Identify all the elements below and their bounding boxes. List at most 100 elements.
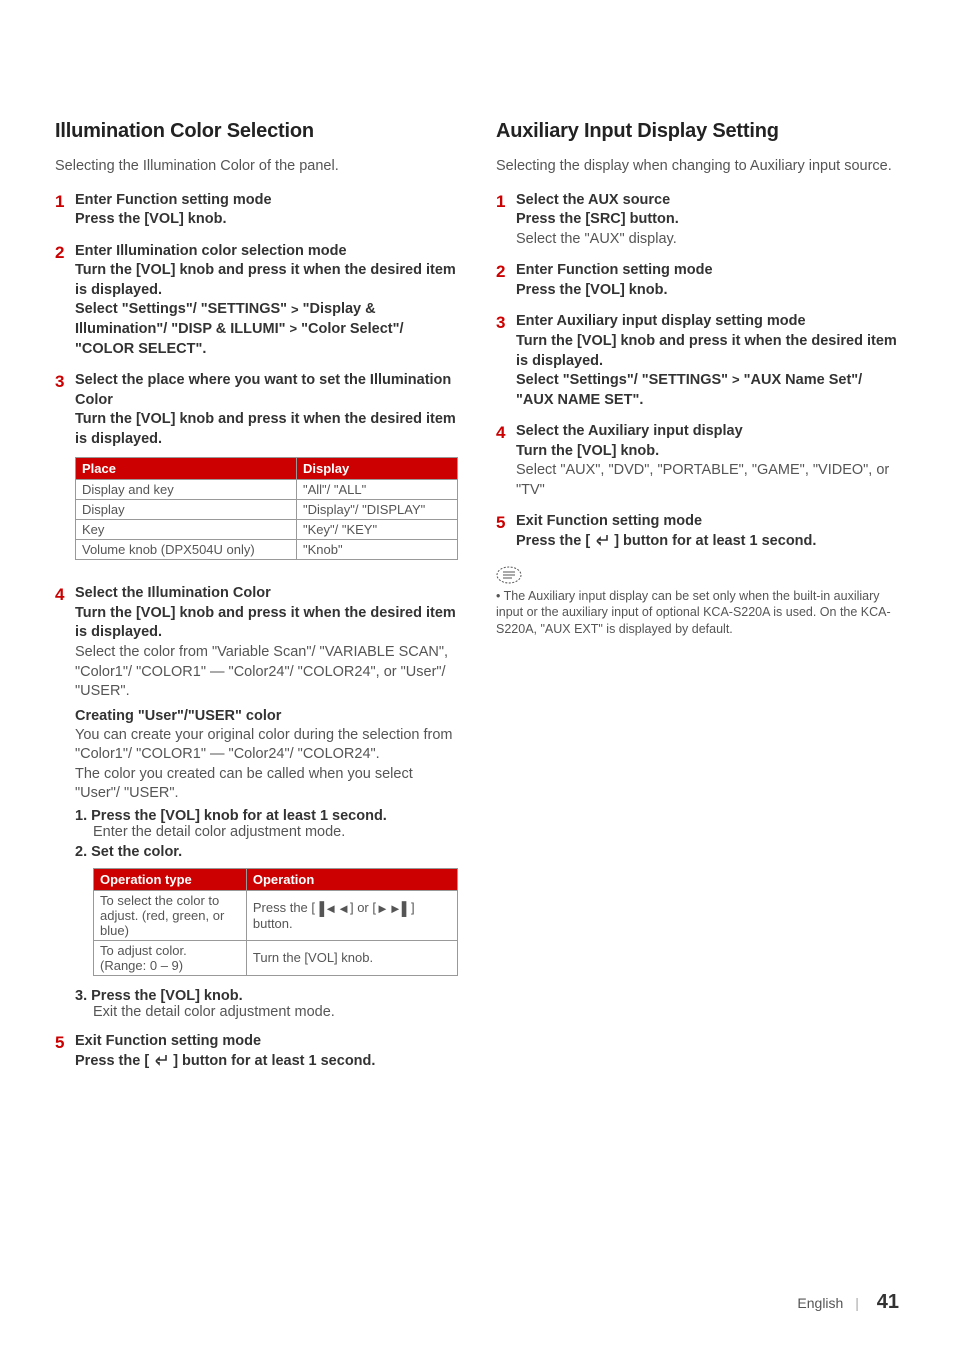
step-path: Select "Settings"/ "SETTINGS" > "Display… — [75, 300, 458, 359]
step-action: Turn the [VOL] knob and press it when th… — [75, 410, 458, 449]
substep-1: 1. Press the [VOL] knob for at least 1 s… — [75, 808, 458, 840]
cell: Press the [▐◄◄] or [►►▌] button. — [246, 890, 457, 940]
cell: To select the color to adjust. (red, gre… — [94, 890, 247, 940]
place-table: Place Display Display and key"All"/ "ALL… — [75, 457, 458, 560]
next-track-icon: ►►▌ — [376, 901, 411, 916]
intro-right: Selecting the display when changing to A… — [496, 157, 899, 177]
step-action: Turn the [VOL] knob and press it when th… — [75, 604, 458, 643]
frag: Press the [ — [253, 900, 315, 915]
step-number: 1 — [496, 191, 516, 250]
path-seg: Select "Settings"/ "SETTINGS" — [75, 301, 291, 317]
note-icon — [496, 566, 520, 584]
cell: "Key"/ "KEY" — [297, 520, 458, 540]
step-action: Press the [VOL] knob. — [516, 281, 899, 301]
step-number: 3 — [496, 312, 516, 410]
page-number: 41 — [877, 1291, 899, 1313]
step-4: 4 Select the Auxiliary input display Tur… — [496, 422, 899, 500]
footer-lang: English — [797, 1295, 843, 1311]
left-column: Illumination Color Selection Selecting t… — [55, 120, 458, 1085]
substep-3: 3. Press the [VOL] knob. Exit the detail… — [75, 988, 458, 1020]
prev-track-icon: ▐◄◄ — [315, 901, 350, 916]
note-list: The Auxiliary input display can be set o… — [496, 588, 899, 639]
cell: "All"/ "ALL" — [297, 480, 458, 500]
step-number: 5 — [496, 512, 516, 553]
cell: To adjust color. (Range: 0 – 9) — [94, 940, 247, 975]
page-columns: Illumination Color Selection Selecting t… — [55, 120, 899, 1085]
step-number: 2 — [55, 242, 75, 359]
th-display: Display — [297, 458, 458, 480]
cell: Turn the [VOL] knob. — [246, 940, 457, 975]
subtext: You can create your original color durin… — [75, 726, 458, 765]
substep-title: Press the [VOL] knob for at least 1 seco… — [91, 808, 387, 824]
step-title: Select the AUX source — [516, 191, 899, 211]
step-action: Press the [SRC] button. — [516, 210, 899, 230]
step-title: Exit Function setting mode — [75, 1032, 458, 1052]
step-title: Enter Function setting mode — [75, 191, 458, 211]
table-row: Volume knob (DPX504U only)"Knob" — [76, 540, 458, 560]
page-footer: English | 41 — [797, 1291, 899, 1314]
return-icon — [153, 1054, 169, 1074]
arrow-icon: > — [291, 301, 299, 319]
arrow-icon: > — [732, 371, 740, 389]
step-action: Press the [VOL] knob. — [75, 210, 458, 230]
step-number: 1 — [55, 191, 75, 230]
path-seg: Select "Settings"/ "SETTINGS" — [516, 372, 732, 388]
cell: "Display"/ "DISPLAY" — [297, 500, 458, 520]
cell: "Knob" — [297, 540, 458, 560]
section-heading-left: Illumination Color Selection — [55, 120, 458, 143]
table-row: Display"Display"/ "DISPLAY" — [76, 500, 458, 520]
frag: ] button for at least 1 second. — [610, 533, 816, 549]
step-action: Turn the [VOL] knob and press it when th… — [516, 332, 899, 371]
step-title: Enter Function setting mode — [516, 261, 899, 281]
cell: Display — [76, 500, 297, 520]
th-optype: Operation type — [94, 868, 247, 890]
substep-title: Press the [VOL] knob. — [91, 988, 242, 1004]
th-operation: Operation — [246, 868, 457, 890]
table-row: To select the color to adjust. (red, gre… — [94, 890, 458, 940]
intro-left: Selecting the Illumination Color of the … — [55, 157, 458, 177]
step-5: 5 Exit Function setting mode Press the [… — [55, 1032, 458, 1073]
step-text: Select the "AUX" display. — [516, 230, 899, 250]
substep-text: Exit the detail color adjustment mode. — [93, 1004, 458, 1020]
step-4: 4 Select the Illumination Color Turn the… — [55, 584, 458, 1020]
step-title: Enter Illumination color selection mode — [75, 242, 458, 262]
operation-table: Operation type Operation To select the c… — [93, 868, 458, 976]
step-title: Select the Illumination Color — [75, 584, 458, 604]
table-row: To adjust color. (Range: 0 – 9) Turn the… — [94, 940, 458, 975]
step-path: Select "Settings"/ "SETTINGS" > "AUX Nam… — [516, 371, 899, 410]
step-title: Select the Auxiliary input display — [516, 422, 899, 442]
step-title: Exit Function setting mode — [516, 512, 899, 532]
step-title: Enter Auxiliary input display setting mo… — [516, 312, 899, 332]
step-2: 2 Enter Function setting mode Press the … — [496, 261, 899, 300]
step-action: Turn the [VOL] knob. — [516, 442, 899, 462]
step-5: 5 Exit Function setting mode Press the [… — [496, 512, 899, 553]
frag: Press the [ — [516, 533, 594, 549]
cell: Display and key — [76, 480, 297, 500]
step-2: 2 Enter Illumination color selection mod… — [55, 242, 458, 359]
frag: Press the [ — [75, 1053, 153, 1069]
table-row: Display and key"All"/ "ALL" — [76, 480, 458, 500]
substep-2: 2. Set the color. — [75, 844, 458, 860]
step-action: Turn the [VOL] knob and press it when th… — [75, 261, 458, 300]
step-action: Press the [ ] button for at least 1 seco… — [516, 532, 899, 554]
step-3: 3 Enter Auxiliary input display setting … — [496, 312, 899, 410]
step-3: 3 Select the place where you want to set… — [55, 371, 458, 572]
frag: ] button for at least 1 second. — [169, 1053, 375, 1069]
step-text: Select "AUX", "DVD", "PORTABLE", "GAME",… — [516, 461, 899, 500]
note-item: The Auxiliary input display can be set o… — [496, 588, 899, 639]
th-place: Place — [76, 458, 297, 480]
frag: ] or [ — [350, 900, 376, 915]
substep-number: 3. — [75, 988, 91, 1004]
arrow-icon: > — [290, 320, 298, 338]
footer-divider: | — [855, 1295, 859, 1311]
subhead-user-color: Creating "User"/"USER" color — [75, 708, 458, 724]
substep-text: Enter the detail color adjustment mode. — [93, 824, 458, 840]
step-1: 1 Enter Function setting mode Press the … — [55, 191, 458, 230]
step-text: Select the color from "Variable Scan"/ "… — [75, 643, 458, 702]
step-number: 5 — [55, 1032, 75, 1073]
section-heading-right: Auxiliary Input Display Setting — [496, 120, 899, 143]
substep-number: 2. — [75, 844, 91, 860]
right-column: Auxiliary Input Display Setting Selectin… — [496, 120, 899, 1085]
step-number: 4 — [496, 422, 516, 500]
cell: Volume knob (DPX504U only) — [76, 540, 297, 560]
